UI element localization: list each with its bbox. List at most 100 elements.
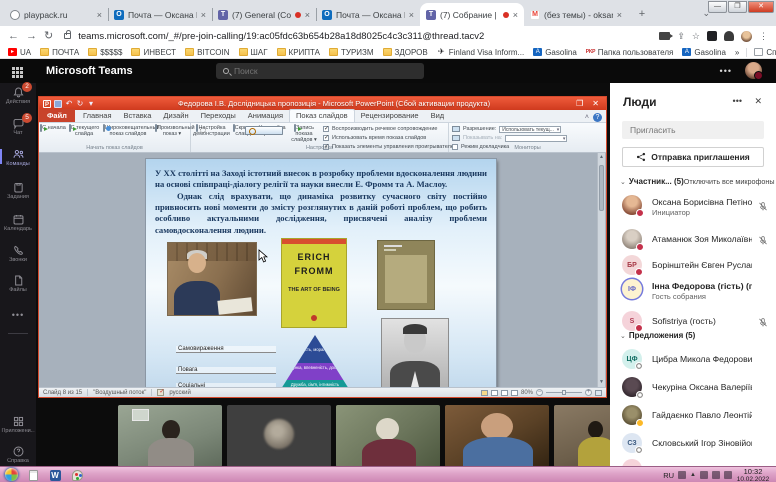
custom-slideshow-button[interactable]: Произвольный показ ▾ [155, 125, 189, 137]
scroll-down-icon[interactable]: ▼ [598, 378, 605, 387]
browser-menu-kebab-icon[interactable]: ⋮ [759, 31, 768, 42]
browser-tab-meeting-active[interactable]: T (7) Собрание | Micro × [420, 3, 524, 26]
tab-close-icon[interactable]: × [305, 10, 310, 20]
bookmark-item[interactable]: AGasolina [533, 48, 577, 57]
sidebar-item-assignments[interactable]: Задания [0, 181, 36, 200]
bookmark-item[interactable]: ШАГ [239, 48, 268, 57]
lock-icon[interactable] [64, 33, 71, 39]
tab-close-icon[interactable]: × [513, 10, 518, 20]
sidebar-item-activity[interactable]: 2 Действия [0, 86, 36, 105]
taskbar-word-icon[interactable]: W [46, 469, 64, 481]
checkbox-use-timings[interactable]: ✓Использовать время показа слайдов [323, 134, 447, 142]
teams-more-options-icon[interactable]: ••• [720, 66, 732, 76]
bookmarks-overflow-icon[interactable]: » [735, 48, 739, 57]
browser-tab-playpack[interactable]: playpack.ru × [4, 3, 108, 26]
undo-icon[interactable]: ↶ [65, 100, 73, 108]
new-tab-button[interactable]: + [634, 7, 650, 23]
ppt-restore-button[interactable]: ❐ [573, 99, 586, 108]
send-invite-button[interactable]: Отправка приглашения [622, 147, 764, 167]
suggestions-section-header[interactable]: ⌄ Предложения (5) [620, 331, 768, 340]
bookmark-item[interactable]: BITCOIN [185, 48, 229, 57]
mic-off-icon[interactable] [758, 199, 768, 217]
vertical-scrollbar[interactable]: ▲ ▼ [597, 153, 605, 387]
record-slideshow-button[interactable]: Запись показа слайдов ▾ [289, 125, 319, 143]
participant-video[interactable] [227, 405, 331, 467]
help-icon[interactable]: ? [593, 113, 602, 122]
participant-video[interactable] [118, 405, 222, 467]
teams-search-box[interactable] [216, 63, 424, 79]
ribbon-tab-design[interactable]: Дизайн [157, 110, 194, 122]
ribbon-tab-insert[interactable]: Вставка [118, 110, 158, 122]
bookmark-item[interactable]: ПОЧТА [40, 48, 79, 57]
resolution-dropdown[interactable]: Использовать текущ... [499, 126, 561, 133]
network-icon[interactable] [724, 471, 732, 479]
ribbon-tab-view[interactable]: Вид [425, 110, 451, 122]
bookmark-star-icon[interactable]: ☆ [692, 31, 700, 42]
keyboard-layout-icon[interactable] [678, 471, 686, 479]
scroll-up-icon[interactable]: ▲ [598, 153, 605, 162]
browser-tab-mail-1[interactable]: O Почта — Оксана Борис × [108, 3, 212, 26]
tab-close-icon[interactable]: × [409, 10, 414, 20]
invite-input[interactable] [622, 121, 764, 139]
extension-icon-2[interactable] [724, 31, 734, 41]
share-icon[interactable]: ⇪ [677, 31, 685, 42]
show-hidden-icons-chevron[interactable]: ▲ [690, 472, 696, 478]
participant-row[interactable]: Оксана Борисівна Петінова Инициатор [622, 195, 768, 223]
browser-tab-general[interactable]: T (7) General (Собран × [212, 3, 316, 26]
language-indicator[interactable]: RU [663, 471, 674, 480]
ppt-close-button[interactable]: ✕ [589, 99, 602, 108]
address-bar[interactable]: teams.microsoft.com/_#/pre-join-calling/… [78, 31, 652, 42]
reading-view-icon[interactable] [501, 390, 508, 396]
zoom-slider-thumb[interactable] [562, 390, 566, 395]
participant-row[interactable]: ІФ Інна Федорова (гість) (гость) Гость с… [622, 279, 768, 307]
ribbon-tab-animations[interactable]: Анимация [242, 110, 289, 122]
extension-icon[interactable] [707, 31, 717, 41]
sidebar-item-teams[interactable]: Команды [0, 148, 36, 167]
spellcheck-icon[interactable] [157, 389, 164, 396]
bookmark-item[interactable]: ИНВЕСТ [131, 48, 176, 57]
bookmark-item[interactable]: PKPПапка пользователя [586, 48, 674, 57]
search-input[interactable] [234, 66, 394, 76]
panel-more-options-icon[interactable]: ••• [733, 96, 742, 106]
participant-video[interactable] [445, 405, 549, 467]
taskbar-library-icon[interactable] [24, 469, 42, 481]
from-current-slide-button[interactable]: С текущего слайда [67, 125, 101, 137]
participant-row[interactable]: Атаманюк Зоя Миколаївна [622, 229, 768, 253]
forward-icon[interactable]: → [26, 31, 37, 42]
browser-tab-mail-2[interactable]: O Почта — Оксана Борис × [316, 3, 420, 26]
maximize-button[interactable]: ❐ [728, 1, 747, 13]
panel-close-icon[interactable]: ✕ [754, 96, 762, 107]
tab-close-icon[interactable]: × [201, 10, 206, 20]
ribbon-tab-slideshow[interactable]: Показ слайдов [289, 109, 355, 122]
from-beginning-button[interactable]: С начала [40, 125, 66, 131]
sidebar-item-help[interactable]: Справка [0, 445, 36, 464]
bookmark-item[interactable]: ТУРИЗМ [329, 48, 374, 57]
bookmark-item[interactable]: AGasolina [682, 48, 726, 57]
fit-to-window-icon[interactable] [595, 390, 602, 396]
mute-all-button[interactable]: Отключить все микрофоны [684, 177, 775, 186]
rail-more-apps[interactable]: ••• [0, 305, 36, 323]
language-indicator[interactable]: русский [169, 390, 191, 396]
zoom-in-icon[interactable]: + [585, 389, 592, 396]
app-launcher-waffle-icon[interactable] [12, 67, 15, 70]
setup-slideshow-button[interactable]: Настройка демонстрации [193, 125, 229, 137]
participants-section-header[interactable]: ⌄ Участник... (5) Отключить все микрофон… [620, 177, 768, 186]
minimize-ribbon-icon[interactable]: ˄ [585, 114, 589, 121]
suggestion-row[interactable]: СЗ Скловський Ігор Зіновійовича [622, 433, 768, 457]
bookmark-item[interactable]: $$$$$ [88, 48, 122, 57]
rehearse-timings-button[interactable]: Настройка времени [257, 125, 287, 137]
ribbon-tab-transitions[interactable]: Переходы [195, 110, 242, 122]
minimize-button[interactable]: — [708, 1, 727, 13]
show-on-dropdown[interactable] [505, 135, 567, 142]
qat-dropdown-icon[interactable]: ▾ [87, 100, 95, 108]
teams-user-avatar[interactable] [745, 62, 762, 79]
back-icon[interactable]: ← [8, 31, 19, 42]
zoom-slider[interactable] [546, 392, 582, 393]
bookmark-item[interactable]: ЗДОРОВ [383, 48, 428, 57]
normal-view-icon[interactable] [481, 390, 488, 396]
slideshow-view-icon[interactable] [511, 390, 518, 396]
participant-video[interactable] [336, 405, 440, 467]
redo-icon[interactable]: ↻ [76, 100, 84, 108]
sidebar-item-files[interactable]: Файлы [0, 274, 36, 293]
bookmark-item[interactable]: КРИПТА [277, 48, 320, 57]
